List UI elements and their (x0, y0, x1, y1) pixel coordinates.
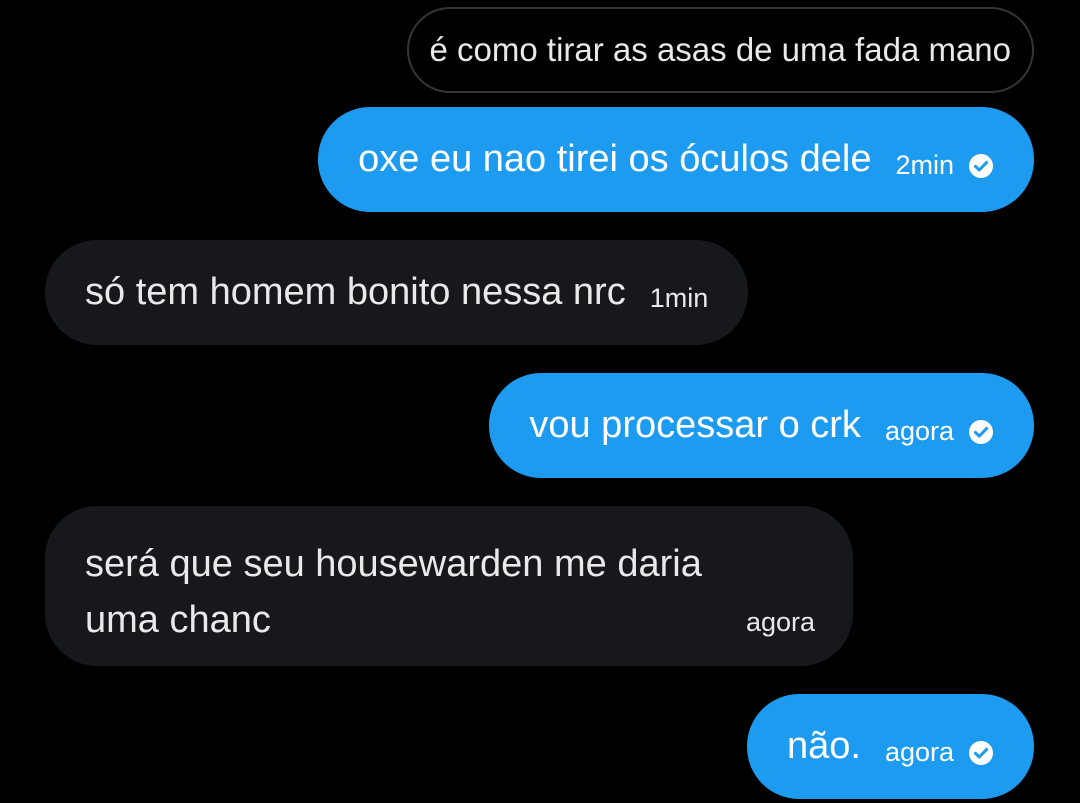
message-time: 1min (649, 283, 709, 313)
message-text: não. (786, 724, 861, 767)
message-text: será que seu housewarden me daria uma ch… (85, 536, 813, 648)
message-time: agora (745, 607, 815, 637)
message-text: oxe eu nao tirei os óculos dele (358, 137, 872, 180)
message-meta: 2min (895, 138, 994, 181)
message-text: só tem homem bonito nessa nrc (85, 270, 626, 313)
check-circle-icon (968, 740, 994, 766)
message-bubble-sent[interactable]: vou processar o crk agora (489, 373, 1034, 478)
check-circle-icon (968, 419, 994, 445)
message-text-line: será que seu housewarden me daria (85, 543, 702, 585)
message-text: vou processar o crk (529, 403, 861, 446)
message-meta: agora (885, 404, 994, 447)
message-time: 2min (895, 150, 954, 180)
message-bubble-received[interactable]: só tem homem bonito nessa nrc 1min (45, 240, 749, 345)
message-meta: 1min (650, 271, 709, 314)
check-circle-icon (968, 153, 994, 179)
message-meta: agora (885, 725, 994, 768)
message-time: agora (884, 737, 954, 767)
message-bubble-sent[interactable]: não. agora (746, 694, 1034, 799)
reply-quote-bubble[interactable]: é como tirar as asas de uma fada mano (406, 7, 1034, 93)
reply-quote-text: é como tirar as asas de uma fada mano (429, 31, 1011, 68)
message-time: agora (884, 416, 954, 446)
message-bubble-received[interactable]: será que seu housewarden me daria uma ch… (45, 506, 853, 666)
message-bubble-sent[interactable]: oxe eu nao tirei os óculos dele 2min (318, 107, 1034, 212)
message-text-line: uma chanc (85, 599, 271, 641)
